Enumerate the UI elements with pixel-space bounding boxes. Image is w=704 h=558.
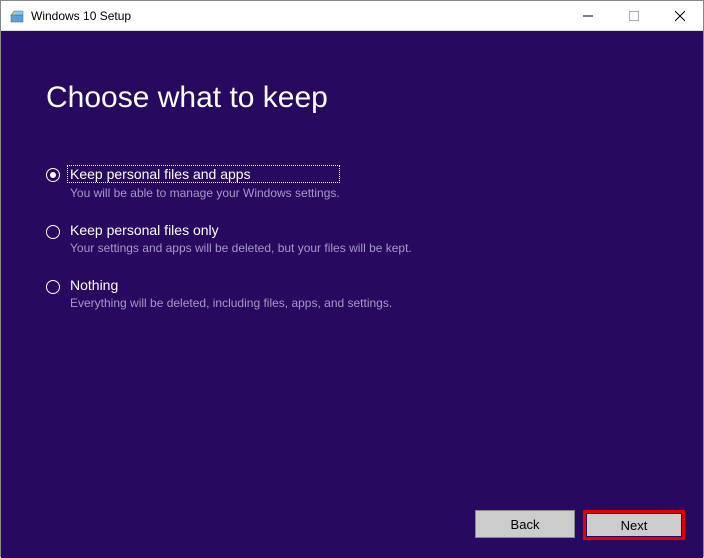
option-description: Everything will be deleted, including fi…: [70, 296, 392, 310]
option-description: You will be able to manage your Windows …: [70, 186, 340, 200]
back-button[interactable]: Back: [475, 510, 575, 538]
option-keep-files-apps[interactable]: Keep personal files and apps You will be…: [46, 165, 658, 200]
close-button[interactable]: [657, 1, 703, 30]
radio-icon: [46, 225, 60, 239]
page-title: Choose what to keep: [46, 81, 658, 115]
window-title: Windows 10 Setup: [31, 9, 131, 23]
option-label: Nothing: [70, 277, 392, 293]
radio-icon: [46, 280, 60, 294]
option-label: Keep personal files and apps: [67, 165, 340, 183]
option-label: Keep personal files only: [70, 222, 412, 238]
option-text: Keep personal files and apps You will be…: [70, 165, 340, 200]
window-controls: [565, 1, 703, 30]
radio-icon: [46, 168, 60, 182]
option-description: Your settings and apps will be deleted, …: [70, 241, 412, 255]
option-nothing[interactable]: Nothing Everything will be deleted, incl…: [46, 277, 658, 310]
minimize-button[interactable]: [565, 1, 611, 30]
next-button[interactable]: Next: [587, 514, 681, 536]
maximize-button: [611, 1, 657, 30]
option-keep-files-only[interactable]: Keep personal files only Your settings a…: [46, 222, 658, 255]
option-text: Nothing Everything will be deleted, incl…: [70, 277, 392, 310]
content-area: Choose what to keep Keep personal files …: [1, 31, 703, 558]
titlebar: Windows 10 Setup: [1, 1, 703, 31]
options-group: Keep personal files and apps You will be…: [46, 165, 658, 310]
next-button-highlight: Next: [583, 510, 685, 540]
footer-buttons: Back Next: [475, 510, 685, 540]
option-text: Keep personal files only Your settings a…: [70, 222, 412, 255]
app-icon: [9, 8, 25, 24]
